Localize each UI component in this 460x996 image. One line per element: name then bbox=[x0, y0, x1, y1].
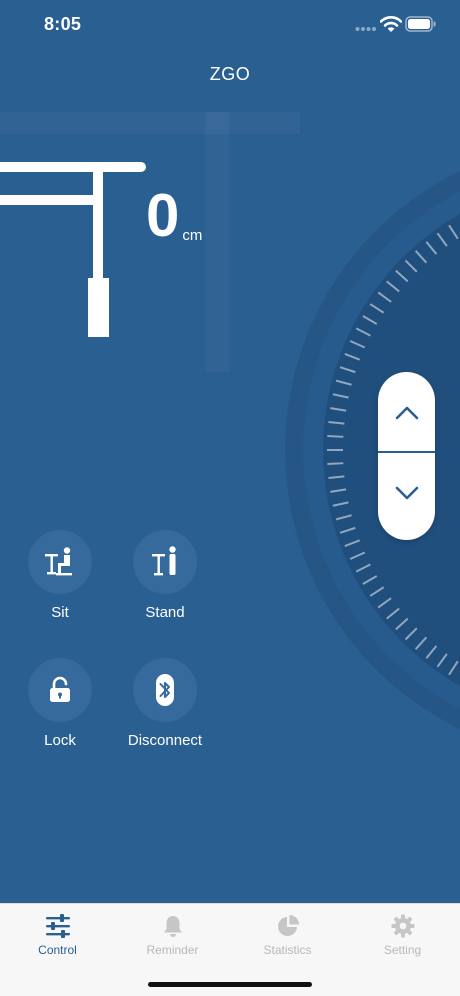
desk-height-graphic bbox=[0, 162, 146, 337]
chevron-down-icon bbox=[395, 486, 418, 500]
sit-label: Sit bbox=[51, 604, 69, 621]
tab-bar: Control Reminder Statistics Setting bbox=[0, 903, 460, 996]
lock-button[interactable] bbox=[28, 658, 92, 722]
height-unit: cm bbox=[182, 227, 203, 244]
tab-reminder[interactable]: Reminder bbox=[115, 912, 230, 968]
disconnect-button[interactable] bbox=[133, 658, 197, 722]
stand-desk-icon bbox=[152, 546, 176, 576]
lock-action[interactable]: Lock bbox=[5, 658, 115, 749]
signal-dots-icon bbox=[355, 27, 376, 31]
stand-label: Stand bbox=[145, 604, 185, 621]
height-value: 0 bbox=[146, 182, 180, 249]
tab-control[interactable]: Control bbox=[0, 912, 115, 968]
stand-button[interactable] bbox=[133, 530, 197, 594]
pie-chart-icon bbox=[277, 915, 299, 936]
height-adjust-control bbox=[378, 372, 435, 540]
sit-button[interactable] bbox=[28, 530, 92, 594]
gear-icon bbox=[391, 914, 414, 938]
disconnect-label: Disconnect bbox=[127, 732, 203, 749]
chevron-up-icon bbox=[395, 406, 418, 420]
raise-button[interactable] bbox=[378, 374, 435, 452]
dial-tick bbox=[327, 434, 344, 438]
sit-desk-icon bbox=[45, 547, 72, 576]
unlock-icon bbox=[50, 676, 70, 702]
stand-action[interactable]: Stand bbox=[110, 530, 220, 621]
status-bar: 8:05 bbox=[0, 0, 460, 50]
dial-tick bbox=[327, 462, 344, 466]
tab-setting-label: Setting bbox=[383, 943, 422, 957]
status-time: 8:05 bbox=[44, 14, 82, 34]
home-indicator bbox=[148, 982, 312, 987]
bluetooth-icon bbox=[156, 674, 174, 706]
tab-statistics-label: Statistics bbox=[263, 943, 312, 957]
lower-button[interactable] bbox=[378, 454, 435, 532]
control-screen: 8:05 ZGO 0 cm Sit Stand Lock Disconnect … bbox=[0, 0, 460, 996]
bell-icon bbox=[163, 916, 182, 937]
battery-icon bbox=[405, 16, 436, 32]
tab-statistics[interactable]: Statistics bbox=[230, 912, 345, 968]
height-readout: 0 cm bbox=[146, 186, 202, 256]
page-title: ZGO bbox=[209, 64, 251, 84]
lock-label: Lock bbox=[44, 732, 76, 749]
tab-setting[interactable]: Setting bbox=[345, 912, 460, 968]
disconnect-action[interactable]: Disconnect bbox=[110, 658, 220, 749]
adjust-divider bbox=[378, 451, 435, 453]
tab-control-label: Control bbox=[38, 943, 77, 957]
wifi-icon bbox=[380, 16, 402, 32]
sit-action[interactable]: Sit bbox=[5, 530, 115, 621]
tab-reminder-label: Reminder bbox=[146, 943, 199, 957]
sliders-icon bbox=[45, 914, 70, 938]
